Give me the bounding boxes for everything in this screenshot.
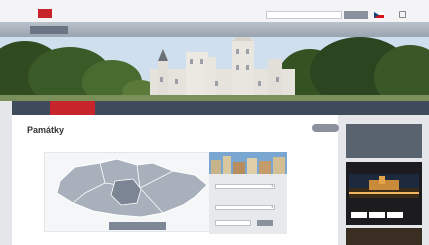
promo-photo-image — [349, 174, 419, 198]
promo-button-2[interactable] — [369, 212, 385, 218]
hero-castle-image — [0, 37, 429, 101]
chevron-down-icon: ▾ — [271, 184, 273, 188]
chevron-down-icon: ▾ — [271, 205, 273, 209]
secnav-item-2[interactable] — [50, 101, 95, 115]
secnav-item-5[interactable] — [204, 101, 252, 115]
promo-button-3[interactable] — [387, 212, 403, 218]
secondary-nav — [12, 101, 429, 115]
promo-banner[interactable] — [346, 162, 422, 225]
nav-item-1[interactable] — [30, 26, 68, 34]
back-button[interactable] — [312, 124, 339, 132]
czech-region-map[interactable] — [44, 152, 219, 232]
site-logo[interactable] — [38, 9, 52, 18]
secnav-item-6[interactable] — [260, 101, 294, 115]
user-icon[interactable] — [399, 11, 406, 18]
secnav-item-7[interactable] — [302, 101, 318, 115]
top-bar — [0, 0, 429, 22]
filter-select-2[interactable]: ▾ — [215, 205, 275, 210]
filter-select-1[interactable]: ▾ — [215, 184, 275, 189]
search-button[interactable] — [344, 11, 368, 19]
secnav-item-3[interactable] — [100, 101, 152, 115]
filter-panel: ▾ ▾ — [209, 152, 287, 234]
promo-banner-2[interactable] — [346, 228, 422, 245]
filter-search-button[interactable] — [257, 220, 273, 226]
nav-item-3[interactable] — [120, 26, 150, 34]
search-input[interactable] — [266, 11, 342, 19]
main-content: Památky ▾ ▾ — [12, 115, 339, 245]
nav-item-4[interactable] — [168, 26, 196, 34]
secnav-item-4[interactable] — [157, 101, 199, 115]
sidebar-links-box — [346, 124, 422, 158]
castle-illustration — [0, 37, 429, 101]
czech-flag-icon[interactable] — [374, 12, 384, 18]
filter-search-input[interactable] — [215, 220, 251, 226]
page-title: Památky — [27, 125, 65, 135]
map-caption[interactable] — [109, 222, 166, 230]
primary-nav — [0, 22, 429, 37]
filter-photo-image — [209, 152, 287, 174]
promo-button-1[interactable] — [351, 212, 367, 218]
nav-item-2[interactable] — [74, 26, 108, 34]
secnav-item-1[interactable] — [22, 101, 42, 115]
region-map-svg — [56, 158, 208, 218]
